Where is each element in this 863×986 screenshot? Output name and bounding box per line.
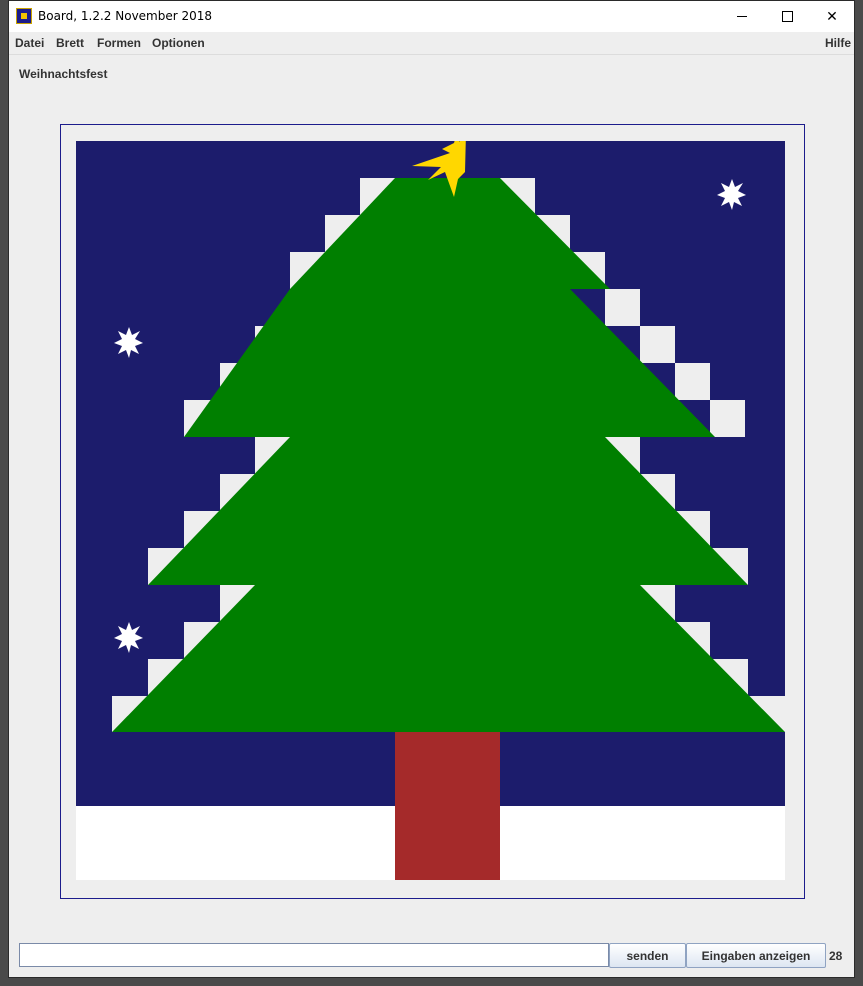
menu-optionen[interactable]: Optionen [152,36,205,50]
maximize-button[interactable] [764,1,810,32]
menu-bar: Datei Brett Formen Optionen Hilfe [9,32,854,55]
minimize-button[interactable] [719,1,765,32]
send-button[interactable]: senden [609,943,686,968]
command-input[interactable] [19,943,609,967]
menu-formen[interactable]: Formen [97,36,141,50]
menu-datei[interactable]: Datei [15,36,44,50]
input-count: 28 [829,949,843,963]
menu-brett[interactable]: Brett [56,36,84,50]
window-title: Board, 1.2.2 November 2018 [38,9,213,23]
close-button[interactable]: ✕ [809,1,854,32]
close-icon: ✕ [826,8,838,25]
board-canvas[interactable] [76,141,785,880]
tree-trunk [395,732,500,880]
menu-hilfe[interactable]: Hilfe [825,36,851,50]
title-bar[interactable]: Board, 1.2.2 November 2018 ✕ [9,1,854,32]
application-window: Board, 1.2.2 November 2018 ✕ Datei Brett… [8,0,855,978]
show-inputs-button[interactable]: Eingaben anzeigen [686,943,826,968]
board-title: Weihnachtsfest [19,67,108,81]
maximize-icon [781,11,793,22]
minimize-icon [737,16,747,17]
app-icon [16,8,32,24]
